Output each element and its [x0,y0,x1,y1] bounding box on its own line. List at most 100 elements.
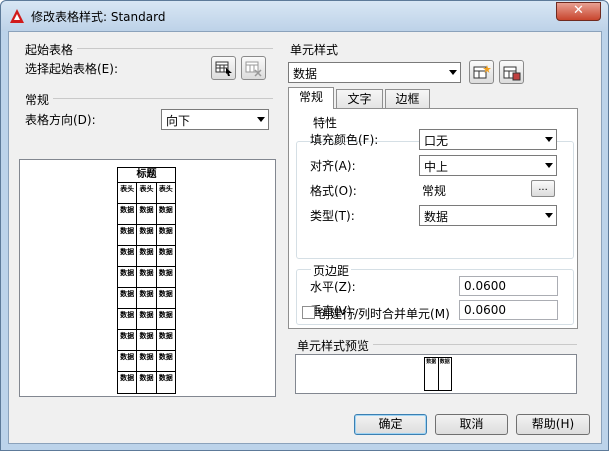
vertical-margin-input[interactable]: 0.0600 [459,300,558,320]
divider [373,344,577,345]
alignment-value: 中上 [424,160,449,174]
cell-style-heading: 单元样式 [290,43,339,57]
merge-cells-label[interactable]: 创建行/列时合并单元(M) [318,305,450,322]
cell-style-select[interactable]: 数据 [288,62,461,83]
properties-heading: 特性 [311,114,340,131]
select-start-table-label: 选择起始表格(E): [25,62,118,76]
new-cell-style-icon [473,65,491,79]
select-table-button[interactable] [211,56,236,80]
merge-cells-checkbox[interactable] [302,306,315,319]
new-cell-style-button[interactable] [469,60,494,84]
preview-data-cell: 数据 [137,351,157,371]
alignment-label: 对齐(A): [310,159,356,173]
autocad-logo-icon [10,9,24,23]
preview-data-cell: 数据 [158,353,173,361]
preview-data-cell: 数据 [137,267,157,287]
preview-data-cell: 数据 [158,206,173,214]
preview-data-row: 数据 数据 数据 [118,351,175,372]
preview-data-cell: 数据 [118,246,138,266]
ok-button[interactable]: 确定 [354,414,427,435]
cell-style-value: 数据 [293,67,318,81]
divider [53,98,273,99]
cell-style-preview: 数据 数据 [295,354,577,394]
preview-header-cell: 表头 [137,183,157,203]
preview-data-cell: 数据 [118,351,138,371]
divider [77,48,273,49]
preview-data-row: 数据 数据 数据 [118,330,175,351]
table-preview: 标题 表头 表头 表头 数据 数据 数据 数据 数据 数据 数据 数据 数据 数据 数据 数据 数据 数据… [19,159,276,397]
window-title: 修改表格样式: Standard [31,10,166,24]
type-select[interactable]: 数据 [419,205,557,226]
fill-color-label: 填充颜色(F): [310,133,379,147]
preview-data-cell: 数据 [118,204,138,224]
tab-general[interactable]: 常规 [288,87,334,109]
remove-table-icon [245,61,262,77]
preview-data-row: 数据 数据 数据 [118,204,175,225]
mini-preview-cell: 数据 [425,358,439,390]
preview-data-cell: 数据 [118,330,138,350]
format-options-button[interactable]: ... [531,180,555,197]
preview-data-row: 数据 数据 数据 [118,267,175,288]
preview-data-cell: 数据 [137,225,157,245]
preview-header-cell: 表头 [158,185,173,193]
table-direction-value: 向下 [166,114,191,128]
tab-text[interactable]: 文字 [336,89,383,109]
preview-data-row: 数据 数据 数据 [118,288,175,309]
tab-border[interactable]: 边框 [385,89,430,109]
preview-data-cell: 数据 [137,246,157,266]
help-button[interactable]: 帮助(H) [516,414,590,435]
preview-data-row: 数据 数据 数据 [118,309,175,330]
preview-table: 标题 表头 表头 表头 数据 数据 数据 数据 数据 数据 数据 数据 数据 数据 数据 数据 数据 数据… [117,167,176,394]
preview-header-cell: 表头 [118,183,138,203]
chevron-down-icon [545,163,553,168]
chevron-down-icon [545,213,553,218]
preview-data-cell: 数据 [137,204,157,224]
mini-preview-cell: 数据 [439,359,450,365]
preview-data-cell: 数据 [118,225,138,245]
preview-data-cell: 数据 [118,309,138,329]
table-direction-label: 表格方向(D): [25,113,96,127]
preview-data-row: 数据 数据 数据 [118,372,175,393]
preview-data-cell: 数据 [158,269,173,277]
preview-data-cell: 数据 [158,290,173,298]
type-label: 类型(T): [310,209,355,223]
preview-data-cell: 数据 [118,372,138,393]
title-bar[interactable]: 修改表格样式: Standard ✕ [1,1,608,31]
preview-data-cell: 数据 [158,311,173,319]
preview-title-cell: 标题 [118,168,175,183]
mini-preview-table: 数据 数据 [424,357,452,391]
start-table-heading: 起始表格 [25,43,74,57]
margins-heading: 页边距 [311,262,352,279]
horizontal-margin-input[interactable]: 0.0600 [459,276,558,296]
preview-data-row: 数据 数据 数据 [118,246,175,267]
tab-panel: 特性 填充颜色(F): 口无 对齐(A): 中上 格式(O): 常规 ... 类… [288,108,578,329]
preview-data-row: 数据 数据 数据 [118,225,175,246]
alignment-select[interactable]: 中上 [419,155,557,176]
preview-data-cell: 数据 [118,288,138,308]
table-direction-select[interactable]: 向下 [161,109,269,130]
chevron-down-icon [257,117,265,122]
preview-header-row: 表头 表头 表头 [118,183,175,204]
format-label: 格式(O): [310,184,357,198]
preview-data-cell: 数据 [158,374,173,382]
format-value: 常规 [422,184,447,198]
close-button[interactable]: ✕ [556,2,601,21]
horizontal-margin-label: 水平(Z): [310,280,356,294]
preview-data-cell: 数据 [158,227,173,235]
preview-data-cell: 数据 [137,372,157,393]
fill-color-select[interactable]: 口无 [419,129,557,150]
preview-data-cell: 数据 [158,248,173,256]
preview-data-cell: 数据 [137,309,157,329]
preview-data-cell: 数据 [137,330,157,350]
remove-table-button[interactable] [241,56,266,80]
preview-data-cell: 数据 [158,332,173,340]
vertical-margin-value: 0.0600 [464,303,506,317]
select-table-icon [215,61,232,76]
chevron-down-icon [449,70,457,75]
chevron-down-icon [545,137,553,142]
fill-color-value: 口无 [424,134,449,148]
dialog-window: 修改表格样式: Standard ✕ 起始表格 选择起始表格(E): 常规 表格… [0,0,609,451]
preview-data-cell: 数据 [118,267,138,287]
cancel-button[interactable]: 取消 [435,414,508,435]
manage-cell-styles-button[interactable] [499,60,524,84]
